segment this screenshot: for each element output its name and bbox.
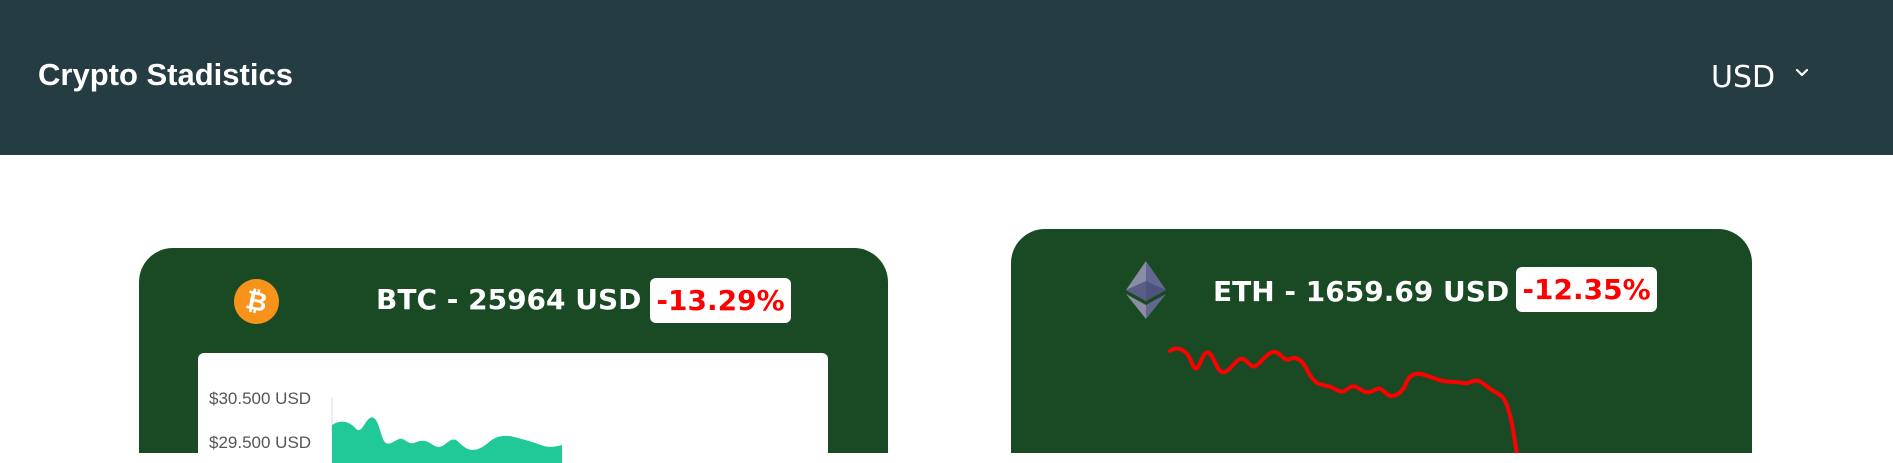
eth-card: ETH - 1659.69 USD -12.35% bbox=[1011, 229, 1752, 453]
app-title: Crypto Stadistics bbox=[38, 57, 293, 92]
currency-selected-value: USD bbox=[1711, 60, 1776, 95]
chevron-down-icon bbox=[1795, 65, 1809, 83]
currency-select[interactable]: USD bbox=[1711, 60, 1809, 95]
eth-chart bbox=[1168, 346, 1519, 453]
btc-change-badge: -13.29% bbox=[650, 278, 791, 323]
btc-card: ₿ BTC - 25964 USD -13.29% $30.500 USD $2… bbox=[139, 248, 888, 463]
btc-price-area bbox=[332, 417, 562, 463]
eth-price-line bbox=[1168, 346, 1519, 453]
btc-price-label: BTC - 25964 USD bbox=[376, 283, 642, 316]
header-bar: Crypto Stadistics USD bbox=[0, 0, 1893, 155]
bitcoin-icon: ₿ bbox=[234, 279, 279, 329]
btc-chart: $30.500 USD $29.500 USD bbox=[198, 353, 828, 463]
